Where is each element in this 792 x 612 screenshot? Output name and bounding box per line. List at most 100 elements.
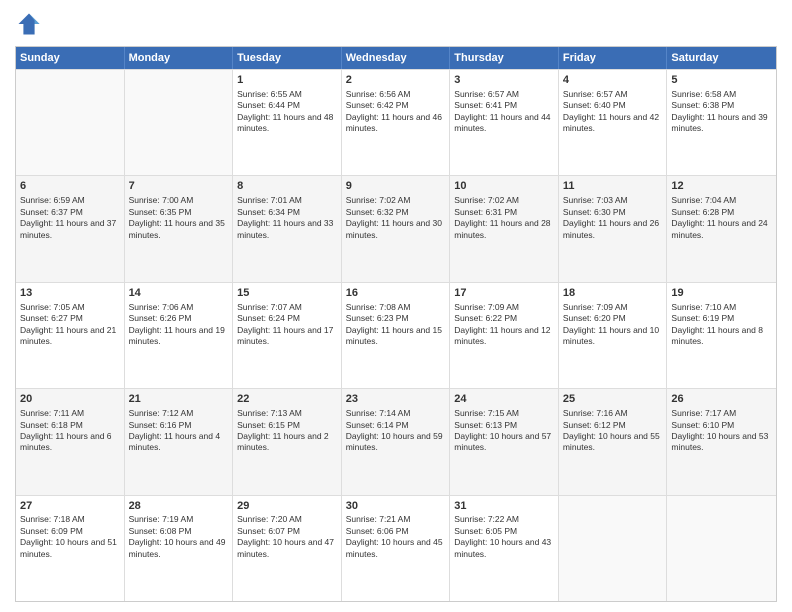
day-number: 25 bbox=[563, 392, 663, 407]
calendar-day-22: 22Sunrise: 7:13 AMSunset: 6:15 PMDayligh… bbox=[233, 389, 342, 494]
daylight-text: Daylight: 11 hours and 33 minutes. bbox=[237, 218, 333, 239]
day-number: 31 bbox=[454, 499, 554, 514]
daylight-text: Daylight: 10 hours and 43 minutes. bbox=[454, 537, 551, 558]
calendar-body: 1Sunrise: 6:55 AMSunset: 6:44 PM Daylight… bbox=[16, 69, 776, 601]
calendar-day-11: 11Sunrise: 7:03 AMSunset: 6:30 PMDayligh… bbox=[559, 176, 668, 281]
sunrise-text: Sunrise: 7:07 AM bbox=[237, 302, 302, 312]
calendar-day-9: 9Sunrise: 7:02 AMSunset: 6:32 PMDaylight… bbox=[342, 176, 451, 281]
sunrise-text: Sunrise: 7:09 AM bbox=[563, 302, 628, 312]
day-number: 30 bbox=[346, 499, 446, 514]
sunset-text: Sunset: 6:30 PM bbox=[563, 207, 626, 217]
sunrise-text: Sunrise: 7:05 AM bbox=[20, 302, 85, 312]
daylight-text: Daylight: 10 hours and 57 minutes. bbox=[454, 431, 551, 452]
day-number: 5 bbox=[671, 73, 772, 88]
day-number: 28 bbox=[129, 499, 229, 514]
daylight-text: Daylight: 10 hours and 47 minutes. bbox=[237, 537, 334, 558]
day-number: 24 bbox=[454, 392, 554, 407]
sunset-text: Sunset: 6:14 PM bbox=[346, 420, 409, 430]
daylight-text: Daylight: 10 hours and 53 minutes. bbox=[671, 431, 768, 452]
calendar-day-31: 31Sunrise: 7:22 AM Sunset: 6:05 PMDayligh… bbox=[450, 496, 559, 601]
calendar-day-14: 14Sunrise: 7:06 AMSunset: 6:26 PMDayligh… bbox=[125, 283, 234, 388]
calendar-empty-cell bbox=[559, 496, 668, 601]
day-number: 18 bbox=[563, 286, 663, 301]
calendar-day-20: 20Sunrise: 7:11 AMSunset: 6:18 PMDayligh… bbox=[16, 389, 125, 494]
daylight-text: Daylight: 11 hours and 28 minutes. bbox=[454, 218, 550, 239]
calendar-day-2: 2Sunrise: 6:56 AMSunset: 6:42 PMDaylight… bbox=[342, 70, 451, 175]
sunset-text: Sunset: 6:44 PM bbox=[237, 100, 300, 110]
sunset-text: Sunset: 6:38 PM bbox=[671, 100, 734, 110]
daylight-text: Daylight: 11 hours and 37 minutes. bbox=[20, 218, 116, 239]
sunset-text: Sunset: 6:19 PM bbox=[671, 313, 734, 323]
sunrise-text: Sunrise: 6:55 AM bbox=[237, 89, 302, 99]
daylight-text: Daylight: 11 hours and 44 minutes. bbox=[454, 112, 550, 133]
calendar-day-7: 7Sunrise: 7:00 AMSunset: 6:35 PMDaylight… bbox=[125, 176, 234, 281]
day-number: 12 bbox=[671, 179, 772, 194]
calendar-day-23: 23Sunrise: 7:14 AMSunset: 6:14 PMDayligh… bbox=[342, 389, 451, 494]
sunrise-text: Sunrise: 6:57 AM bbox=[454, 89, 519, 99]
calendar-day-18: 18Sunrise: 7:09 AMSunset: 6:20 PMDayligh… bbox=[559, 283, 668, 388]
sunrise-text: Sunrise: 7:06 AM bbox=[129, 302, 194, 312]
calendar-day-10: 10Sunrise: 7:02 AMSunset: 6:31 PMDayligh… bbox=[450, 176, 559, 281]
day-number: 22 bbox=[237, 392, 337, 407]
sunset-text: Sunset: 6:20 PM bbox=[563, 313, 626, 323]
header-day-friday: Friday bbox=[559, 47, 668, 69]
calendar-header: SundayMondayTuesdayWednesdayThursdayFrid… bbox=[16, 47, 776, 69]
calendar-week-1: 1Sunrise: 6:55 AMSunset: 6:44 PM Daylight… bbox=[16, 69, 776, 175]
calendar-day-19: 19Sunrise: 7:10 AMSunset: 6:19 PMDayligh… bbox=[667, 283, 776, 388]
sunrise-text: Sunrise: 7:22 AM bbox=[454, 514, 519, 524]
calendar-day-27: 27Sunrise: 7:18 AMSunset: 6:09 PMDayligh… bbox=[16, 496, 125, 601]
sunset-text: Sunset: 6:34 PM bbox=[237, 207, 300, 217]
sunset-text: Sunset: 6:28 PM bbox=[671, 207, 734, 217]
calendar-day-29: 29Sunrise: 7:20 AMSunset: 6:07 PMDayligh… bbox=[233, 496, 342, 601]
calendar-day-12: 12Sunrise: 7:04 AMSunset: 6:28 PMDayligh… bbox=[667, 176, 776, 281]
calendar-day-16: 16Sunrise: 7:08 AMSunset: 6:23 PMDayligh… bbox=[342, 283, 451, 388]
sunrise-text: Sunrise: 7:13 AM bbox=[237, 408, 302, 418]
day-number: 14 bbox=[129, 286, 229, 301]
day-number: 10 bbox=[454, 179, 554, 194]
sunrise-text: Sunrise: 7:04 AM bbox=[671, 195, 736, 205]
daylight-text: Daylight: 11 hours and 8 minutes. bbox=[671, 325, 763, 346]
daylight-text: Daylight: 10 hours and 59 minutes. bbox=[346, 431, 443, 452]
calendar-day-8: 8Sunrise: 7:01 AMSunset: 6:34 PMDaylight… bbox=[233, 176, 342, 281]
daylight-text: Daylight: 10 hours and 55 minutes. bbox=[563, 431, 660, 452]
sunset-text: Sunset: 6:08 PM bbox=[129, 526, 192, 536]
header-day-monday: Monday bbox=[125, 47, 234, 69]
sunrise-text: Sunrise: 6:57 AM bbox=[563, 89, 628, 99]
day-number: 16 bbox=[346, 286, 446, 301]
sunrise-text: Sunrise: 6:56 AM bbox=[346, 89, 411, 99]
sunset-text: Sunset: 6:42 PM bbox=[346, 100, 409, 110]
daylight-text: Daylight: 10 hours and 49 minutes. bbox=[129, 537, 226, 558]
day-number: 13 bbox=[20, 286, 120, 301]
sunset-text: Sunset: 6:26 PM bbox=[129, 313, 192, 323]
sunset-text: Sunset: 6:05 PM bbox=[454, 526, 517, 536]
sunrise-text: Sunrise: 7:03 AM bbox=[563, 195, 628, 205]
calendar-day-24: 24Sunrise: 7:15 AMSunset: 6:13 PMDayligh… bbox=[450, 389, 559, 494]
daylight-text: Daylight: 11 hours and 39 minutes. bbox=[671, 112, 767, 133]
sunset-text: Sunset: 6:22 PM bbox=[454, 313, 517, 323]
header-day-saturday: Saturday bbox=[667, 47, 776, 69]
day-number: 15 bbox=[237, 286, 337, 301]
day-number: 8 bbox=[237, 179, 337, 194]
day-number: 9 bbox=[346, 179, 446, 194]
header bbox=[15, 10, 777, 38]
daylight-text: Daylight: 11 hours and 12 minutes. bbox=[454, 325, 550, 346]
calendar-day-5: 5Sunrise: 6:58 AMSunset: 6:38 PM Daylight… bbox=[667, 70, 776, 175]
sunrise-text: Sunrise: 7:12 AM bbox=[129, 408, 194, 418]
sunset-text: Sunset: 6:07 PM bbox=[237, 526, 300, 536]
sunrise-text: Sunrise: 7:19 AM bbox=[129, 514, 194, 524]
sunrise-text: Sunrise: 7:21 AM bbox=[346, 514, 411, 524]
daylight-text: Daylight: 11 hours and 26 minutes. bbox=[563, 218, 659, 239]
daylight-text: Daylight: 11 hours and 42 minutes. bbox=[563, 112, 659, 133]
calendar-day-30: 30Sunrise: 7:21 AMSunset: 6:06 PMDayligh… bbox=[342, 496, 451, 601]
calendar-day-21: 21Sunrise: 7:12 AMSunset: 6:16 PMDayligh… bbox=[125, 389, 234, 494]
day-number: 1 bbox=[237, 73, 337, 88]
day-number: 3 bbox=[454, 73, 554, 88]
header-day-tuesday: Tuesday bbox=[233, 47, 342, 69]
sunrise-text: Sunrise: 7:09 AM bbox=[454, 302, 519, 312]
daylight-text: Daylight: 10 hours and 45 minutes. bbox=[346, 537, 443, 558]
sunset-text: Sunset: 6:24 PM bbox=[237, 313, 300, 323]
day-number: 2 bbox=[346, 73, 446, 88]
calendar-day-13: 13Sunrise: 7:05 AMSunset: 6:27 PMDayligh… bbox=[16, 283, 125, 388]
sunrise-text: Sunrise: 6:58 AM bbox=[671, 89, 736, 99]
day-number: 26 bbox=[671, 392, 772, 407]
